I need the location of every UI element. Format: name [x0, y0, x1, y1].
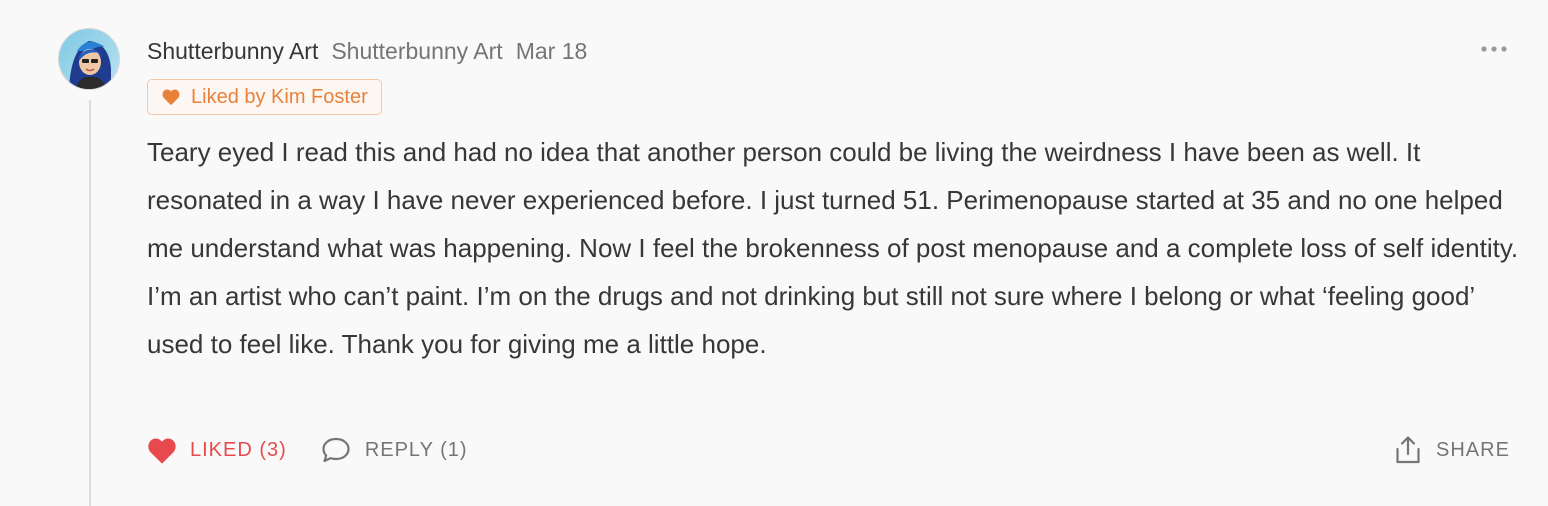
publication-name[interactable]: Shutterbunny Art: [331, 38, 502, 65]
author-name[interactable]: Shutterbunny Art: [147, 38, 318, 65]
thread-line: [89, 100, 91, 506]
comment-date[interactable]: Mar 18: [516, 38, 588, 65]
avatar-image: [59, 29, 119, 89]
heart-filled-icon: [146, 436, 178, 465]
heart-icon: [161, 88, 181, 106]
more-options-button[interactable]: [1474, 34, 1514, 64]
liked-by-label: Liked by Kim Foster: [191, 85, 368, 108]
like-label: LIKED (3): [190, 438, 287, 461]
share-icon: [1394, 435, 1422, 465]
comment-body: Teary eyed I read this and had no idea t…: [147, 137, 1519, 359]
share-label: SHARE: [1436, 438, 1510, 461]
reply-button[interactable]: REPLY (1): [321, 436, 468, 464]
more-horizontal-icon: [1481, 46, 1507, 52]
comment-header: Shutterbunny Art Shutterbunny Art Mar 18: [147, 34, 587, 68]
comment: Shutterbunny Art Shutterbunny Art Mar 18…: [0, 0, 1548, 506]
avatar[interactable]: [58, 28, 120, 90]
share-button[interactable]: SHARE: [1394, 428, 1510, 472]
like-button[interactable]: LIKED (3): [146, 436, 287, 465]
reply-label: REPLY (1): [364, 438, 468, 461]
speech-bubble-icon: [321, 436, 351, 464]
liked-by-badge: Liked by Kim Foster: [147, 79, 382, 115]
comment-actions: LIKED (3) REPLY (1): [146, 428, 468, 472]
